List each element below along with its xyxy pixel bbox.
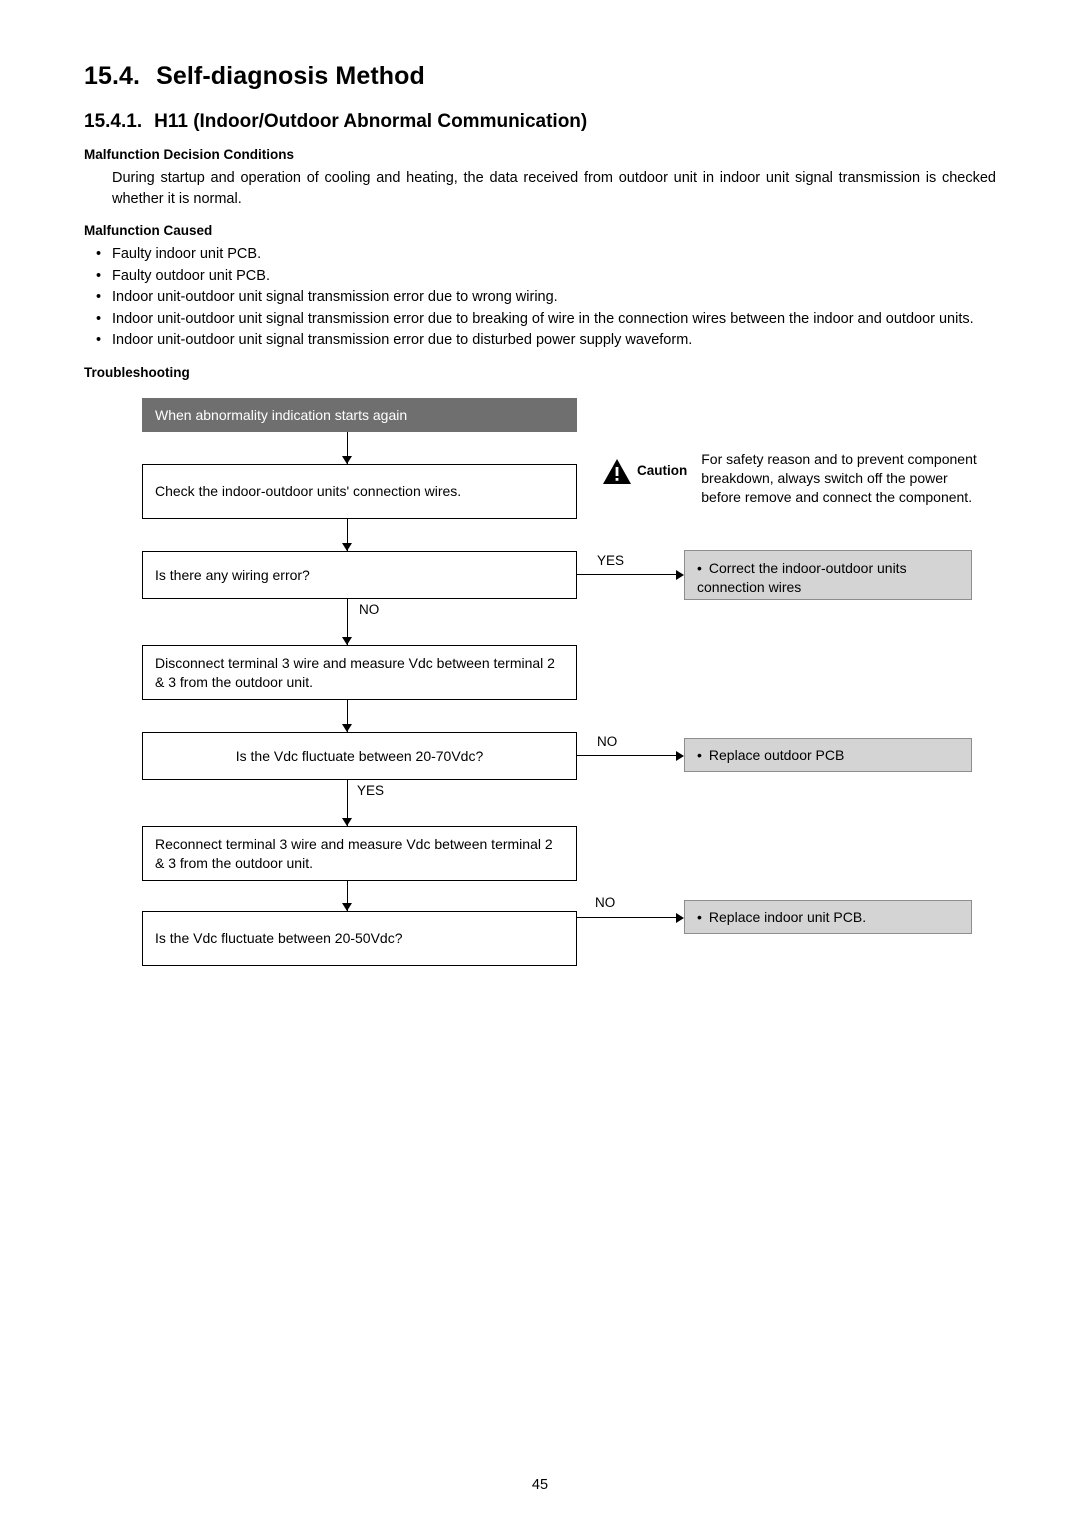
- connector-arrow-icon: [342, 543, 352, 552]
- list-item: Faulty indoor unit PCB.: [84, 244, 996, 265]
- malfunction-caused-heading: Malfunction Caused: [84, 223, 213, 239]
- flow-decision-2: Is the Vdc fluctuate between 20-70Vdc?: [142, 732, 577, 781]
- connector-arrow-icon: [342, 456, 352, 465]
- caution-note: Caution For safety reason and to prevent…: [602, 450, 981, 506]
- troubleshooting-flowchart: When abnormality indication starts again…: [84, 398, 996, 967]
- decision-conditions-heading: Malfunction Decision Conditions: [84, 147, 294, 162]
- subsection-title: 15.4.1. H11 (Indoor/Outdoor Abnormal Comm…: [84, 111, 996, 133]
- list-item: Faulty outdoor unit PCB.: [84, 266, 996, 287]
- flow-decision-3: Is the Vdc fluctuate between 20-50Vdc?: [142, 911, 577, 967]
- branch-line: [577, 917, 677, 919]
- flow-result-3: Replace indoor unit PCB.: [684, 900, 972, 935]
- warning-triangle-icon: [602, 458, 632, 485]
- flow-result-1-label: Correct the indoor-outdoor units connect…: [697, 559, 959, 597]
- subsection-number: 15.4.1.: [84, 111, 143, 132]
- caution-label: Caution: [637, 463, 688, 479]
- connector-arrow-icon: [342, 903, 352, 912]
- section-number: 15.4.: [84, 62, 141, 90]
- branch-arrow-icon: [676, 570, 684, 581]
- branch-line: [577, 574, 677, 576]
- flow-step-1: Check the indoor-outdoor units' connecti…: [142, 464, 577, 520]
- connector-arrow-icon: [342, 818, 352, 827]
- branch-line: [577, 755, 677, 757]
- flow-step-3-label: Reconnect terminal 3 wire and measure Vd…: [155, 835, 553, 871]
- section-title-text: Self-diagnosis Method: [156, 62, 425, 90]
- flow-result-1: Correct the indoor-outdoor units connect…: [684, 550, 972, 601]
- flow-step-1-label: Check the indoor-outdoor units' connecti…: [155, 483, 462, 500]
- flow-result-2: Replace outdoor PCB: [684, 738, 972, 773]
- connector-arrow-icon: [342, 724, 352, 733]
- list-item: Indoor unit-outdoor unit signal transmis…: [84, 287, 996, 308]
- branch-label-yes-2: YES: [354, 783, 388, 799]
- branch-label-no-2: NO: [594, 734, 621, 750]
- branch-label-no-3: NO: [592, 895, 619, 911]
- decision-conditions-text: During startup and operation of cooling …: [112, 170, 996, 207]
- flow-step-2: Disconnect terminal 3 wire and measure V…: [142, 645, 577, 701]
- flow-result-3-label: Replace indoor unit PCB.: [697, 908, 866, 927]
- caution-text: For safety reason and to prevent compone…: [701, 451, 977, 505]
- list-item: Indoor unit-outdoor unit signal transmis…: [84, 309, 996, 330]
- flow-decision-3-label: Is the Vdc fluctuate between 20-50Vdc?: [155, 930, 403, 947]
- flow-decision-1: Is there any wiring error?: [142, 551, 577, 600]
- troubleshooting-heading: Troubleshooting: [84, 365, 190, 381]
- branch-arrow-icon: [676, 913, 684, 924]
- branch-label-yes-1: YES: [594, 553, 628, 569]
- flow-start-label: When abnormality indication starts again: [155, 406, 408, 423]
- flow-decision-2-label: Is the Vdc fluctuate between 20-70Vdc?: [235, 747, 484, 764]
- page-title: 15.4. Self-diagnosis Method: [84, 62, 996, 91]
- subsection-title-text: H11 (Indoor/Outdoor Abnormal Communicati…: [154, 111, 588, 132]
- list-item: Indoor unit-outdoor unit signal transmis…: [84, 330, 996, 351]
- malfunction-caused-list: Faulty indoor unit PCB. Faulty outdoor u…: [84, 244, 996, 351]
- page-number: 45: [531, 1477, 549, 1493]
- branch-label-no-1: NO: [356, 602, 383, 618]
- flow-step-2-label: Disconnect terminal 3 wire and measure V…: [155, 654, 555, 690]
- flow-start-box: When abnormality indication starts again: [142, 398, 577, 433]
- flow-decision-1-label: Is there any wiring error?: [155, 566, 310, 583]
- document-page: 15.4. Self-diagnosis Method 15.4.1. H11 (I…: [0, 0, 1080, 1527]
- flow-step-3: Reconnect terminal 3 wire and measure Vd…: [142, 826, 577, 882]
- branch-arrow-icon: [676, 751, 684, 762]
- connector-arrow-icon: [342, 637, 352, 646]
- flow-result-2-label: Replace outdoor PCB: [697, 746, 844, 765]
